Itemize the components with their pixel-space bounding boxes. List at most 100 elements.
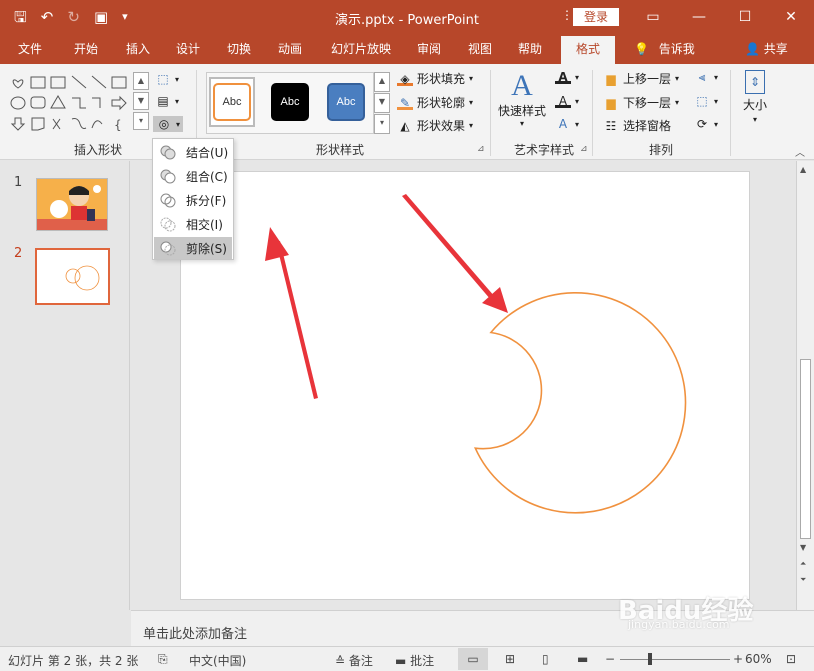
styles-scroll-up[interactable]: ▲ (374, 72, 390, 92)
slideshow-view-icon[interactable]: ▬ (577, 652, 588, 666)
zoom-slider-track[interactable] (620, 659, 730, 660)
more-icon[interactable]: ⋮ (561, 8, 573, 22)
slide-sorter-icon[interactable]: ⊞ (505, 652, 515, 666)
shapes-more[interactable]: ▾ (133, 112, 149, 130)
merge-combine-item[interactable]: 组合(C) (154, 165, 232, 187)
zoom-out-icon[interactable]: − (605, 652, 615, 666)
customize-qat-icon[interactable]: ▾ (122, 7, 128, 27)
send-backward-label: 下移一层 (623, 96, 672, 110)
edit-shape-button[interactable]: ⬚ ▾ (155, 72, 179, 86)
size-icon: ⇕ (745, 70, 765, 94)
text-effects-button[interactable]: A ▾ (555, 117, 579, 131)
selection-pane-button[interactable]: ☷ 选择窗格 (603, 117, 671, 134)
shape-styles-label: 形状样式 (315, 143, 364, 157)
maximize-button[interactable]: ☐ (722, 4, 768, 30)
present-icon[interactable]: ▣ (94, 7, 108, 27)
group-button[interactable]: ⬚ ▾ (694, 94, 718, 108)
shape-styles-launcher-icon[interactable]: ⊿ (477, 144, 485, 154)
fit-slide-icon[interactable]: ⊡ (786, 652, 796, 666)
elbow-arrow-icon (92, 97, 101, 108)
zoom-slider-thumb[interactable] (648, 653, 652, 665)
align-button[interactable]: ⫷ ▾ (694, 70, 718, 84)
vertical-scrollbar[interactable]: ▲ ▼ ⏶ ⏷ (796, 161, 814, 610)
subtract-icon (160, 241, 176, 256)
slide-canvas[interactable] (180, 171, 750, 600)
minimize-button[interactable]: — (676, 4, 722, 30)
share-button[interactable]: 👤 共享 (745, 36, 788, 64)
merge-shapes-button[interactable]: ◎ ▾ (153, 116, 184, 132)
save-icon[interactable]: 🖫 (14, 7, 27, 27)
textbox-shape-icon (30, 76, 46, 89)
tell-me[interactable]: 💡 告诉我 (634, 36, 695, 64)
lightbulb-icon: 💡 (634, 42, 649, 56)
shape-effects-button[interactable]: ◭ 形状效果 ▾ (397, 117, 473, 134)
comments-toggle[interactable]: ▬ 批注 (395, 652, 434, 669)
tab-view[interactable]: 视图 (458, 36, 502, 64)
bring-forward-icon: ▆ (606, 71, 616, 86)
tab-slideshow[interactable]: 幻灯片放映 (323, 36, 399, 64)
slide-2-mini-shapes (65, 265, 100, 291)
reading-view-icon[interactable]: ▯ (542, 652, 549, 666)
zoom-in-icon[interactable]: + (733, 652, 743, 666)
textbox-button[interactable]: ▤ ▾ (155, 94, 179, 108)
style-thumb-blue[interactable]: Abc (323, 77, 369, 127)
size-button[interactable]: ⇕ 大小 ▾ (743, 70, 767, 124)
arc-shape-icon (91, 120, 103, 129)
tab-file[interactable]: 文件 (10, 36, 50, 64)
style-thumb-blue-text: Abc (327, 83, 365, 121)
ribbon: { ▲ ▼ ▾ ⬚ ▾ ▤ ▾ ◎ ▾ 插入形状 Abc Abc Abc ▲ ▼ ▾ … (0, 64, 814, 160)
close-button[interactable]: ✕ (768, 4, 814, 30)
shapes-scroll-up[interactable]: ▲ (133, 72, 149, 90)
styles-more[interactable]: ▾ (374, 114, 390, 134)
zoom-level[interactable]: 60% (745, 652, 772, 666)
undo-icon[interactable]: ↶ (41, 7, 54, 27)
text-outline-button[interactable]: A ▾ (555, 94, 579, 108)
spellcheck-icon[interactable]: ⎘ (158, 652, 168, 667)
style-thumb-black[interactable]: Abc (267, 77, 313, 127)
curve-shape-icon (71, 118, 87, 129)
ribbon-display-icon[interactable]: ▭ (630, 4, 676, 30)
shape-outline-button[interactable]: ✎ 形状轮廓 ▾ (397, 94, 473, 111)
notes-toggle[interactable]: ≙ 备注 (335, 652, 373, 669)
wordart-launcher-icon[interactable]: ⊿ (580, 144, 588, 154)
redo-icon[interactable]: ↻ (67, 7, 80, 27)
tab-home[interactable]: 开始 (64, 36, 108, 64)
send-backward-icon: ▆ (606, 95, 616, 110)
language-indicator[interactable]: 中文(中国) (189, 652, 246, 669)
styles-scroll-down[interactable]: ▼ (374, 93, 390, 113)
slide-thumbnail-1[interactable] (36, 178, 108, 231)
previous-slide-icon[interactable]: ⏶ (800, 559, 806, 569)
normal-view-icon[interactable]: ▭ (458, 648, 488, 670)
shape-fill-button[interactable]: ◈ 形状填充 ▾ (397, 70, 473, 87)
status-bar: 幻灯片 第 2 张，共 2 张 ⎘ 中文(中国) ≙ 备注 ▬ 批注 ▭ ⊞ ▯… (0, 646, 814, 671)
login-button[interactable]: 登录 (573, 8, 619, 26)
scroll-up-icon[interactable]: ▲ (800, 165, 806, 174)
tab-help[interactable]: 帮助 (508, 36, 552, 64)
tab-animations[interactable]: 动画 (268, 36, 312, 64)
heart-shape-icon (12, 79, 24, 89)
merge-intersect-item[interactable]: 相交(I) (154, 213, 232, 235)
next-slide-icon[interactable]: ⏷ (800, 575, 806, 585)
slide-thumbnail-2[interactable] (35, 248, 110, 305)
tab-format[interactable]: 格式 (561, 36, 615, 64)
tab-transitions[interactable]: 切换 (217, 36, 261, 64)
quick-styles-button[interactable]: A 快速样式 ▾ (498, 69, 546, 129)
rotate-button[interactable]: ⟳ ▾ (694, 117, 718, 131)
scroll-down-icon[interactable]: ▼ (800, 543, 806, 552)
tab-design[interactable]: 设计 (166, 36, 210, 64)
shapes-scroll-down[interactable]: ▼ (133, 92, 149, 110)
send-backward-button[interactable]: ▆ 下移一层 ▾ (603, 94, 679, 111)
bring-forward-button[interactable]: ▆ 上移一层 ▾ (603, 70, 679, 87)
tab-review[interactable]: 审阅 (407, 36, 451, 64)
scroll-thumb[interactable] (800, 359, 811, 539)
style-thumb-orange[interactable]: Abc (209, 77, 255, 127)
text-fill-icon: A (555, 70, 571, 84)
collapse-ribbon-icon[interactable]: ︿ (795, 144, 805, 159)
edit-shape-icon: ⬚ (157, 72, 169, 86)
merge-subtract-item[interactable]: 剪除(S) (154, 237, 232, 259)
tab-insert[interactable]: 插入 (116, 36, 160, 64)
wordart-a-icon: A (511, 69, 533, 102)
text-fill-button[interactable]: A ▾ (555, 70, 579, 84)
merge-fragment-item[interactable]: 拆分(F) (154, 189, 232, 211)
merge-union-item[interactable]: 结合(U) (154, 141, 232, 163)
